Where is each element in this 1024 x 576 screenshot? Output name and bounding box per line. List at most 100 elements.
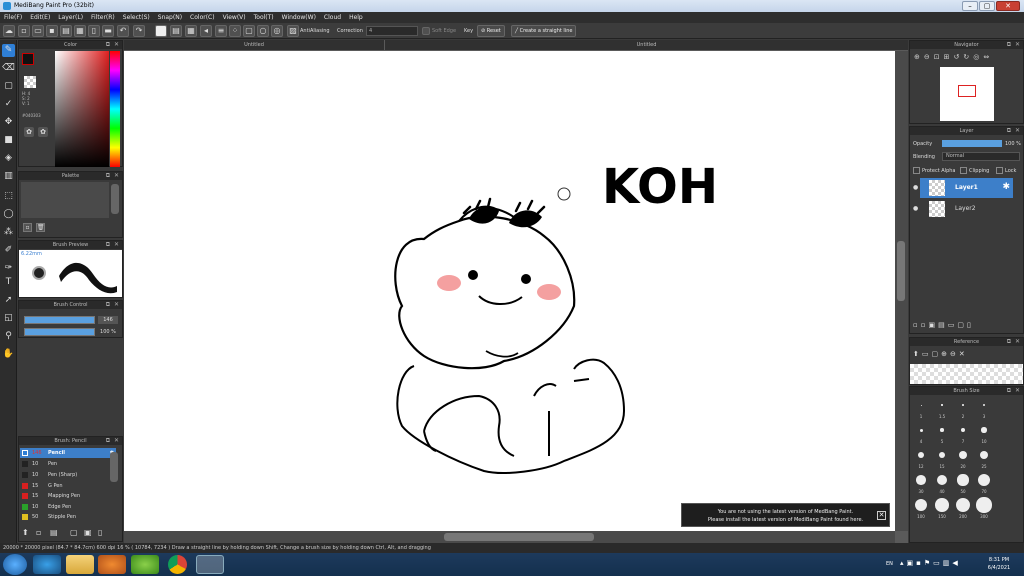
layer-row-layer2[interactable]: Layer2 (920, 199, 1013, 219)
maximize-button[interactable]: ▢ (979, 1, 995, 11)
fill-rect-tool-icon[interactable]: ■ (2, 134, 15, 147)
brush-size-option[interactable] (957, 474, 969, 486)
brush-size-option[interactable] (955, 497, 971, 513)
layer2-visibility-icon[interactable]: ● (913, 205, 918, 212)
brush-cloud-icon[interactable]: ▯ (98, 528, 102, 537)
panel-float-icon[interactable]: ⧉ (106, 41, 110, 49)
vertical-scrollbar[interactable] (895, 51, 908, 531)
panel-float-icon[interactable]: ⧉ (1007, 338, 1011, 346)
mobile-icon[interactable]: ▯ (88, 25, 100, 37)
antialias-toggle[interactable]: ▨ (287, 25, 299, 37)
reset-rotate-icon[interactable]: ◎ (973, 53, 983, 61)
folder-icon[interactable]: ▬ (102, 25, 114, 37)
zoom-in-icon[interactable]: ⊕ (914, 53, 924, 61)
tray-volume-icon[interactable]: ◀ (952, 559, 960, 567)
rotate-left-icon[interactable]: ↺ (954, 53, 964, 61)
brush-size-option[interactable] (959, 451, 967, 459)
menu-snap[interactable]: Snap(N) (154, 12, 186, 23)
panel-float-icon[interactable]: ⧉ (1007, 41, 1011, 49)
hue-slider[interactable] (110, 51, 120, 167)
layer-row-layer1[interactable]: Layer1 ✱ (920, 178, 1013, 198)
reference-preview[interactable] (910, 364, 1023, 384)
panel-close-icon[interactable]: ✕ (114, 241, 119, 249)
brush-size-option[interactable] (978, 474, 990, 486)
straight-line-button[interactable]: ╱ Create a straight line (511, 25, 577, 37)
brush-size-option[interactable] (914, 498, 928, 512)
undo-icon[interactable]: ↶ (117, 25, 129, 37)
gradient-tool-icon[interactable]: ▥ (2, 170, 15, 183)
brush-item-mapping-pen[interactable]: 15 Mapping Pen (20, 491, 116, 501)
tray-flag-icon[interactable]: ⚑ (924, 559, 933, 567)
correction-select[interactable]: 4 (366, 26, 418, 36)
palette-area[interactable] (21, 182, 109, 218)
navigator-viewport[interactable] (958, 85, 976, 97)
menu-edit[interactable]: Edit(E) (26, 12, 54, 23)
tray-display-icon[interactable]: ▭ (933, 559, 943, 567)
menu-color[interactable]: Color(C) (186, 12, 219, 23)
brush-size-field[interactable]: 146 (98, 316, 118, 324)
menu-help[interactable]: Help (345, 12, 367, 23)
layer-move-down-icon[interactable]: ▢ (957, 321, 967, 329)
panel-close-icon[interactable]: ✕ (1015, 387, 1020, 395)
pencil-tool-icon[interactable]: ✎ (2, 44, 15, 57)
reference-folder-icon[interactable]: ▭ (922, 350, 932, 358)
palette-add-icon[interactable]: ✿ (24, 127, 34, 137)
ring-icon[interactable]: ◎ (271, 25, 283, 37)
check-tool-icon[interactable]: ✓ (2, 98, 15, 111)
brush-size-option[interactable] (920, 404, 922, 406)
brush-item-pencil[interactable]: 146 Pencil ✱ (20, 448, 116, 458)
tab-untitled-1[interactable]: Untitled (124, 40, 384, 50)
brush-size-option[interactable] (982, 403, 986, 407)
brush-opacity-slider[interactable] (24, 328, 95, 336)
lasso-tool-icon[interactable]: ◯ (2, 208, 15, 221)
layer-folder-icon[interactable]: ▣ (929, 321, 939, 329)
reset-button[interactable]: ⊘ Reset (477, 25, 505, 37)
share-icon[interactable]: ▦ (74, 25, 86, 37)
ie-icon[interactable] (33, 555, 61, 574)
explorer-icon[interactable] (66, 555, 94, 574)
vertical-scroll-thumb[interactable] (897, 241, 905, 301)
brush-size-option[interactable] (960, 427, 966, 433)
save-icon[interactable]: ▪ (46, 25, 58, 37)
open-icon[interactable]: ▭ (32, 25, 44, 37)
clipping-checkbox[interactable] (960, 167, 967, 174)
new-icon[interactable]: ▫ (18, 25, 30, 37)
language-indicator[interactable]: EN (886, 561, 893, 567)
color-history-icon[interactable]: ✿ (38, 127, 48, 137)
reference-zoom-out-icon[interactable]: ⊖ (950, 350, 959, 358)
brush-size-option[interactable] (940, 428, 944, 432)
new-halftone-layer-icon[interactable]: ▫ (921, 321, 929, 329)
protect-alpha-checkbox[interactable] (913, 167, 920, 174)
bucket-tool-icon[interactable]: ◈ (2, 152, 15, 165)
menu-filter[interactable]: Filter(R) (87, 12, 119, 23)
tab-untitled-2[interactable]: Untitled (385, 40, 908, 50)
brush-size-slider[interactable] (24, 316, 95, 324)
panel-close-icon[interactable]: ✕ (114, 172, 119, 180)
panel-close-icon[interactable]: ✕ (114, 437, 119, 445)
export-icon[interactable]: ▤ (60, 25, 72, 37)
blending-select[interactable]: Normal (942, 152, 1020, 161)
menu-layer[interactable]: Layer(L) (54, 12, 87, 23)
start-button[interactable] (3, 554, 27, 575)
new-layer-icon[interactable]: ▫ (913, 321, 921, 329)
panel-float-icon[interactable]: ⧉ (106, 241, 110, 249)
menu-window[interactable]: Window(W) (278, 12, 320, 23)
layer-delete-icon[interactable]: ▯ (967, 321, 974, 329)
update-notification[interactable]: You are not using the latest version of … (681, 503, 890, 527)
brush-size-option[interactable] (941, 404, 943, 406)
eyedropper-tool-icon[interactable]: ⚲ (2, 330, 15, 343)
panel-close-icon[interactable]: ✕ (114, 301, 119, 309)
brush-size-option[interactable] (916, 475, 926, 485)
menu-file[interactable]: File(F) (0, 12, 26, 23)
operation-tool-icon[interactable]: ➚ (2, 294, 15, 307)
lock-checkbox[interactable] (996, 167, 1003, 174)
text-tool-icon[interactable]: T (2, 276, 15, 289)
notification-close-icon[interactable]: ✕ (877, 511, 886, 520)
divide-tool-icon[interactable]: ◱ (2, 312, 15, 325)
layer-settings-gear-icon[interactable]: ✱ (1002, 182, 1010, 192)
palette-delete-icon[interactable]: 🗑 (36, 223, 45, 232)
palette-scrollbar[interactable] (111, 184, 119, 214)
cloud-icon[interactable]: ☁ (3, 25, 15, 37)
brush-size-option[interactable] (976, 497, 992, 513)
zoom-out-icon[interactable]: ⊖ (924, 53, 934, 61)
